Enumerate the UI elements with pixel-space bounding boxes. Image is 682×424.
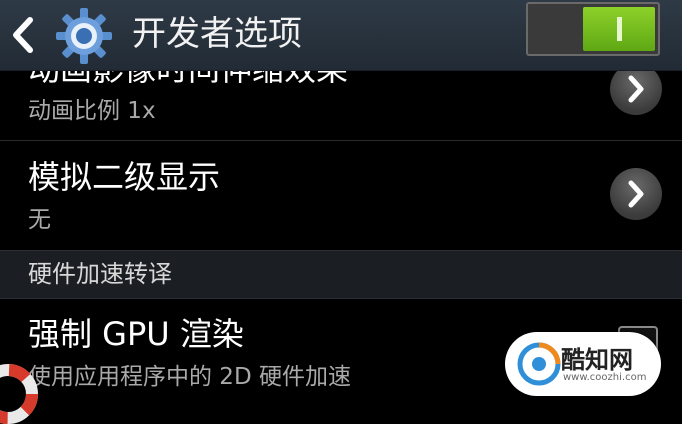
list-item-subtitle: 无 bbox=[28, 207, 51, 233]
list-item-title: 模拟二级显示 bbox=[28, 158, 221, 196]
list-item-title: 强制 GPU 渲染 bbox=[28, 315, 244, 353]
watermark-name: 酷知网 bbox=[561, 346, 633, 374]
toggle-knob bbox=[583, 7, 655, 51]
section-header: 硬件加速转译 bbox=[0, 250, 682, 299]
chevron-right-icon[interactable] bbox=[610, 168, 662, 220]
lifebuoy-icon bbox=[0, 364, 38, 424]
list-item-animator-duration-scale[interactable]: 动画影像时间伸缩效果 动画比例 1x bbox=[0, 71, 682, 140]
chevron-right-icon[interactable] bbox=[610, 71, 662, 115]
toggle-knob-grip bbox=[617, 17, 622, 41]
watermark-badge: 酷知网 www.coozhi.com bbox=[505, 332, 661, 396]
watermark-url: www.coozhi.com bbox=[563, 372, 647, 383]
list-item-title: 动画影像时间伸缩效果 bbox=[28, 71, 348, 89]
list-item-simulate-secondary-display[interactable]: 模拟二级显示 无 bbox=[0, 141, 682, 249]
page-title: 开发者选项 bbox=[132, 14, 302, 54]
watermark-logo-icon bbox=[517, 342, 561, 386]
section-header-label: 硬件加速转译 bbox=[28, 260, 172, 288]
list-item-subtitle: 使用应用程序中的 2D 硬件加速 bbox=[28, 364, 351, 390]
developer-options-toggle[interactable] bbox=[526, 2, 660, 56]
action-bar: 开发者选项 bbox=[0, 0, 682, 71]
gear-icon bbox=[56, 8, 112, 64]
chevron-left-icon[interactable] bbox=[8, 16, 38, 54]
list-item-subtitle: 动画比例 1x bbox=[28, 98, 156, 124]
